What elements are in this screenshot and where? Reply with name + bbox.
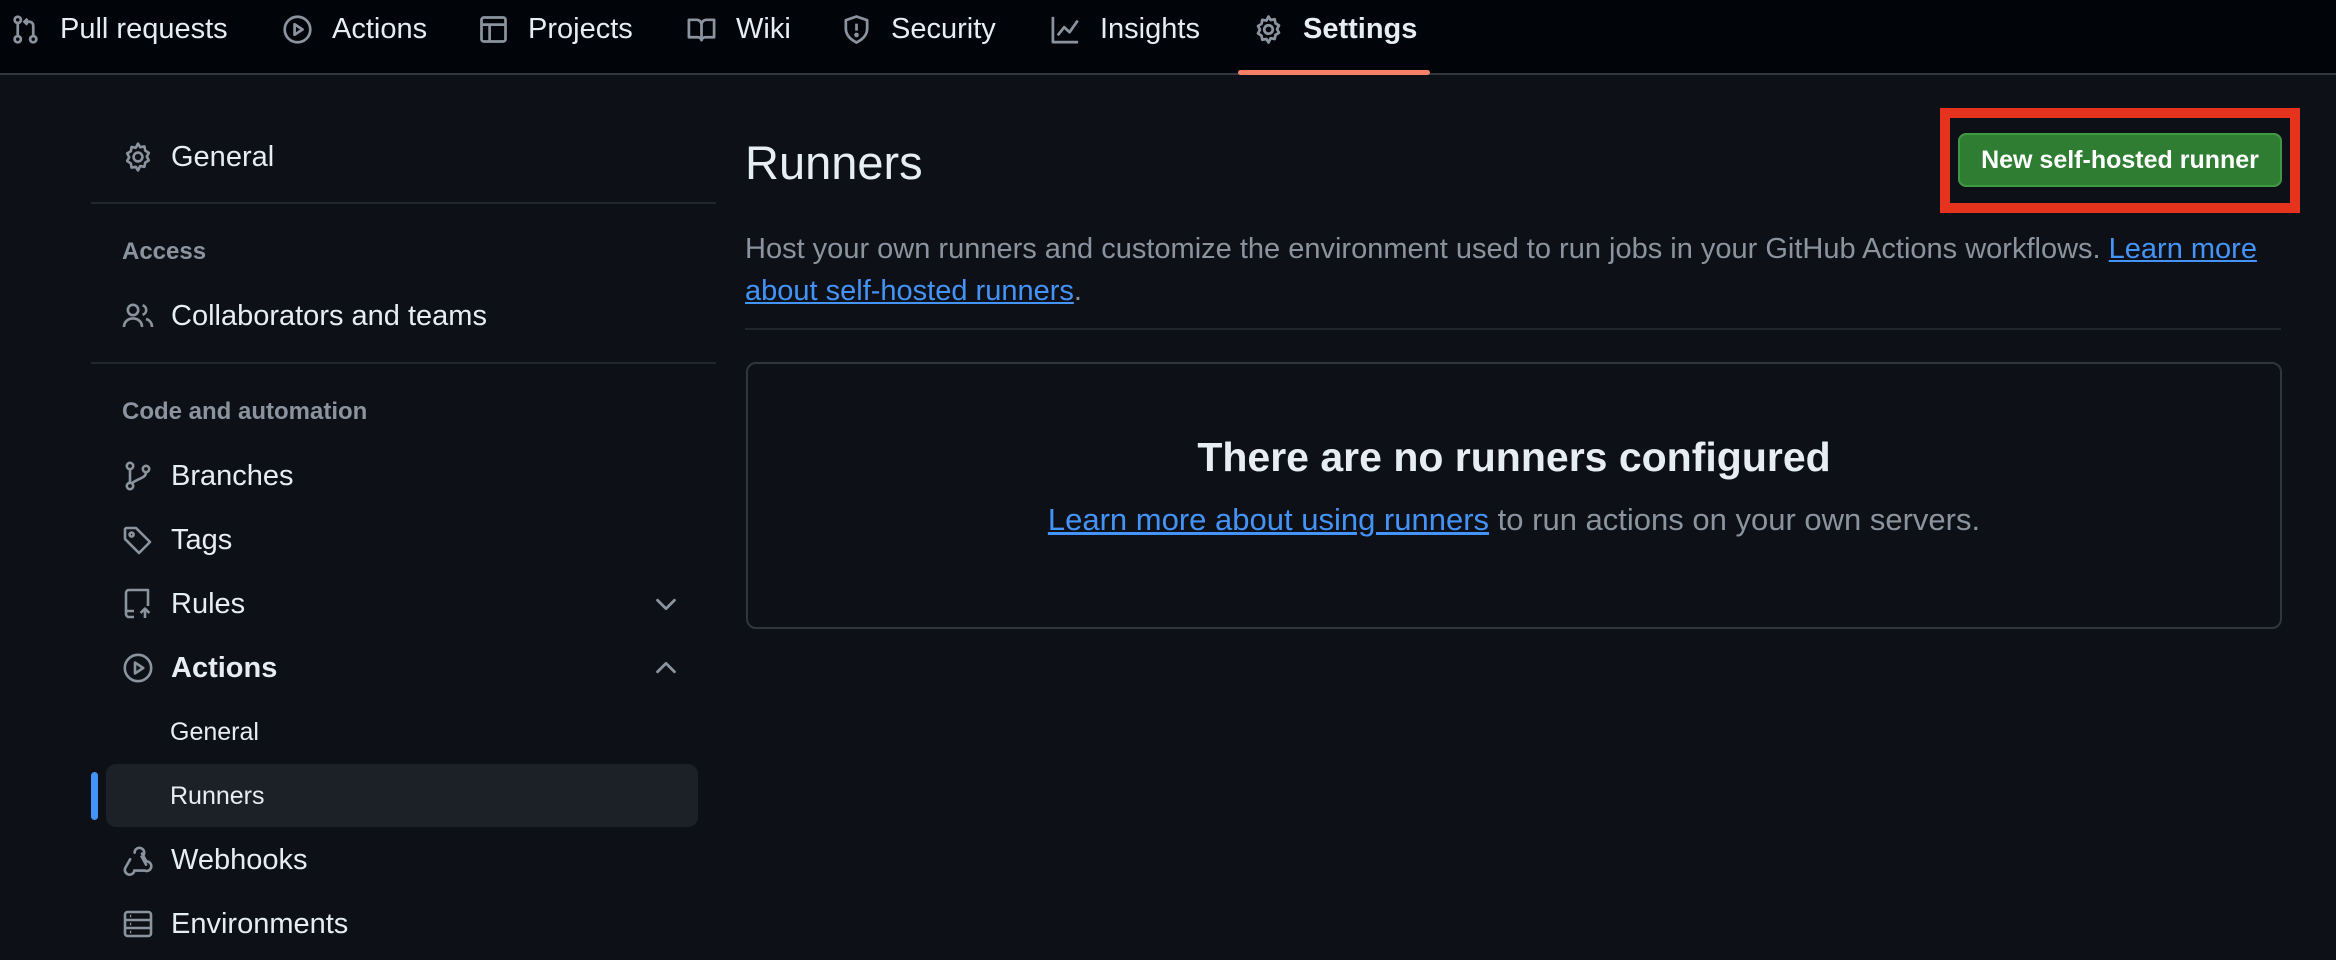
tab-label: Security [891, 12, 996, 45]
sidebar-item-label: General [171, 140, 275, 173]
sidebar-item-label: Rules [171, 587, 246, 620]
sidebar-heading-access: Access [122, 238, 207, 265]
tab-actions[interactable]: Actions [282, 0, 427, 58]
book-icon [686, 14, 736, 45]
sidebar-item-branches[interactable]: Branches [122, 451, 294, 501]
sidebar-item-label: Tags [171, 523, 233, 556]
tag-icon [122, 524, 171, 556]
git-pull-request-icon [10, 14, 60, 45]
sidebar-subitem-runners[interactable]: Runners [170, 776, 265, 816]
repo-push-icon [122, 588, 171, 620]
empty-state-title: There are no runners configured [1197, 434, 1831, 480]
gear-icon [1253, 14, 1303, 45]
sidebar-divider [91, 202, 716, 204]
active-tab-underline [1238, 70, 1430, 75]
sidebar-item-label: Actions [171, 651, 278, 684]
sidebar-item-webhooks[interactable]: Webhooks [122, 835, 308, 885]
tab-label: Wiki [736, 12, 791, 45]
tab-settings[interactable]: Settings [1253, 0, 1417, 58]
page-title: Runners [745, 136, 923, 189]
sidebar-item-label: Branches [171, 459, 294, 492]
learn-more-link[interactable]: Learn more [2109, 233, 2257, 265]
empty-state-suffix: to run actions on your own servers. [1489, 502, 1981, 537]
sidebar-item-environments[interactable]: Environments [122, 899, 348, 949]
section-divider [745, 328, 2281, 330]
tab-label: Insights [1100, 12, 1200, 45]
play-circle-icon [282, 14, 332, 45]
learn-more-runners-link[interactable]: Learn more about using runners [1048, 502, 1489, 537]
tab-insights[interactable]: Insights [1050, 0, 1200, 58]
sidebar-divider [91, 362, 716, 364]
tab-label: Actions [332, 12, 428, 45]
sidebar-item-rules[interactable]: Rules [122, 579, 245, 629]
tab-wiki[interactable]: Wiki [686, 0, 791, 58]
server-icon [122, 908, 171, 940]
sidebar-subitem-actions-general[interactable]: General [170, 712, 259, 752]
empty-state-box: There are no runners configured Learn mo… [746, 362, 2282, 629]
sidebar-heading-code-automation: Code and automation [122, 398, 368, 425]
sidebar-item-label: Webhooks [171, 843, 308, 876]
tab-label: Settings [1303, 12, 1418, 45]
sidebar-item-tags[interactable]: Tags [122, 515, 232, 565]
chevron-down-icon[interactable] [651, 589, 681, 619]
repo-nav: Pull requests Actions Projects Wiki Secu… [0, 0, 2336, 75]
new-self-hosted-runner-button[interactable]: New self-hosted runner [1958, 133, 2282, 187]
tab-label: Pull requests [60, 12, 228, 45]
sidebar-item-general[interactable]: General [122, 132, 274, 182]
sidebar-item-actions[interactable]: Actions [122, 643, 277, 693]
sidebar-selected-marker [91, 772, 98, 820]
tab-label: Projects [528, 12, 633, 45]
shield-icon [841, 14, 891, 45]
play-circle-icon [122, 652, 171, 684]
sidebar-item-collaborators[interactable]: Collaborators and teams [122, 291, 487, 341]
people-icon [122, 300, 171, 332]
learn-more-link-continued[interactable]: about self-hosted runners [745, 275, 1074, 307]
sidebar-item-label: Collaborators and teams [171, 299, 487, 332]
webhook-icon [122, 844, 171, 876]
description-text: Host your own runners and customize the … [745, 233, 2101, 265]
empty-state-text: Learn more about using runners to run ac… [748, 502, 2280, 538]
git-branch-icon [122, 460, 171, 492]
tab-pull-requests[interactable]: Pull requests [10, 0, 228, 58]
chevron-up-icon[interactable] [651, 653, 681, 683]
sidebar-item-label: Environments [171, 907, 349, 940]
description-end: . [1073, 275, 1082, 307]
table-icon [478, 14, 528, 45]
page-description: Host your own runners and customize the … [745, 228, 2285, 312]
tab-security[interactable]: Security [841, 0, 996, 58]
gear-icon [122, 141, 171, 173]
tab-projects[interactable]: Projects [478, 0, 633, 58]
graph-icon [1050, 14, 1100, 45]
